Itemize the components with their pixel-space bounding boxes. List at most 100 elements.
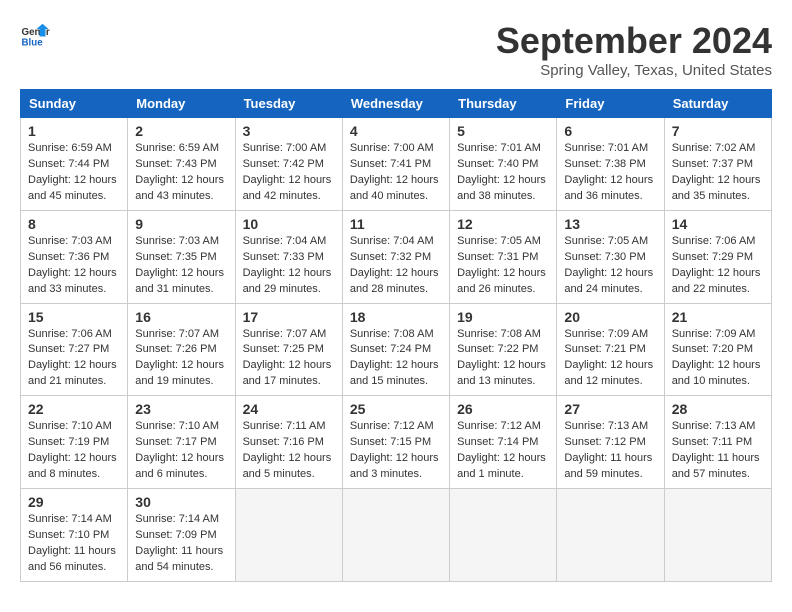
table-row: [664, 489, 771, 582]
col-saturday: Saturday: [664, 90, 771, 118]
day-number: 1: [28, 123, 120, 139]
table-row: 22 Sunrise: 7:10 AMSunset: 7:19 PMDaylig…: [21, 396, 128, 489]
day-info: Sunrise: 7:09 AMSunset: 7:21 PMDaylight:…: [564, 327, 656, 391]
col-monday: Monday: [128, 90, 235, 118]
col-friday: Friday: [557, 90, 664, 118]
day-number: 5: [457, 123, 549, 139]
day-info: Sunrise: 7:13 AMSunset: 7:12 PMDaylight:…: [564, 419, 656, 483]
day-info: Sunrise: 7:14 AMSunset: 7:09 PMDaylight:…: [135, 512, 227, 576]
day-number: 18: [350, 309, 442, 325]
day-info: Sunrise: 7:10 AMSunset: 7:17 PMDaylight:…: [135, 419, 227, 483]
day-number: 8: [28, 216, 120, 232]
day-number: 27: [564, 401, 656, 417]
table-row: 12 Sunrise: 7:05 AMSunset: 7:31 PMDaylig…: [450, 210, 557, 303]
table-row: [557, 489, 664, 582]
location: Spring Valley, Texas, United States: [496, 62, 772, 79]
calendar-week-3: 15 Sunrise: 7:06 AMSunset: 7:27 PMDaylig…: [21, 303, 772, 396]
day-info: Sunrise: 7:11 AMSunset: 7:16 PMDaylight:…: [243, 419, 335, 483]
day-info: Sunrise: 7:13 AMSunset: 7:11 PMDaylight:…: [672, 419, 764, 483]
table-row: 5 Sunrise: 7:01 AMSunset: 7:40 PMDayligh…: [450, 118, 557, 211]
day-number: 9: [135, 216, 227, 232]
day-info: Sunrise: 7:05 AMSunset: 7:31 PMDaylight:…: [457, 234, 549, 298]
day-info: Sunrise: 7:12 AMSunset: 7:14 PMDaylight:…: [457, 419, 549, 483]
table-row: 4 Sunrise: 7:00 AMSunset: 7:41 PMDayligh…: [342, 118, 449, 211]
day-number: 26: [457, 401, 549, 417]
table-row: 15 Sunrise: 7:06 AMSunset: 7:27 PMDaylig…: [21, 303, 128, 396]
table-row: [342, 489, 449, 582]
table-row: 26 Sunrise: 7:12 AMSunset: 7:14 PMDaylig…: [450, 396, 557, 489]
col-thursday: Thursday: [450, 90, 557, 118]
table-row: [450, 489, 557, 582]
day-info: Sunrise: 7:00 AMSunset: 7:41 PMDaylight:…: [350, 141, 442, 205]
table-row: 23 Sunrise: 7:10 AMSunset: 7:17 PMDaylig…: [128, 396, 235, 489]
day-number: 20: [564, 309, 656, 325]
day-info: Sunrise: 7:07 AMSunset: 7:26 PMDaylight:…: [135, 327, 227, 391]
day-info: Sunrise: 7:05 AMSunset: 7:30 PMDaylight:…: [564, 234, 656, 298]
table-row: 7 Sunrise: 7:02 AMSunset: 7:37 PMDayligh…: [664, 118, 771, 211]
calendar-table: Sunday Monday Tuesday Wednesday Thursday…: [20, 89, 772, 582]
day-number: 23: [135, 401, 227, 417]
day-info: Sunrise: 7:08 AMSunset: 7:24 PMDaylight:…: [350, 327, 442, 391]
day-number: 17: [243, 309, 335, 325]
day-info: Sunrise: 7:09 AMSunset: 7:20 PMDaylight:…: [672, 327, 764, 391]
table-row: 13 Sunrise: 7:05 AMSunset: 7:30 PMDaylig…: [557, 210, 664, 303]
col-sunday: Sunday: [21, 90, 128, 118]
day-number: 14: [672, 216, 764, 232]
day-number: 24: [243, 401, 335, 417]
table-row: 25 Sunrise: 7:12 AMSunset: 7:15 PMDaylig…: [342, 396, 449, 489]
day-number: 22: [28, 401, 120, 417]
day-number: 3: [243, 123, 335, 139]
table-row: 1 Sunrise: 6:59 AMSunset: 7:44 PMDayligh…: [21, 118, 128, 211]
day-info: Sunrise: 7:03 AMSunset: 7:35 PMDaylight:…: [135, 234, 227, 298]
day-number: 28: [672, 401, 764, 417]
table-row: 6 Sunrise: 7:01 AMSunset: 7:38 PMDayligh…: [557, 118, 664, 211]
col-wednesday: Wednesday: [342, 90, 449, 118]
day-number: 19: [457, 309, 549, 325]
calendar-week-2: 8 Sunrise: 7:03 AMSunset: 7:36 PMDayligh…: [21, 210, 772, 303]
day-number: 16: [135, 309, 227, 325]
table-row: 28 Sunrise: 7:13 AMSunset: 7:11 PMDaylig…: [664, 396, 771, 489]
table-row: 8 Sunrise: 7:03 AMSunset: 7:36 PMDayligh…: [21, 210, 128, 303]
table-row: 30 Sunrise: 7:14 AMSunset: 7:09 PMDaylig…: [128, 489, 235, 582]
day-number: 7: [672, 123, 764, 139]
day-info: Sunrise: 6:59 AMSunset: 7:44 PMDaylight:…: [28, 141, 120, 205]
logo-icon: General Blue: [20, 20, 50, 50]
day-number: 29: [28, 494, 120, 510]
page-header: General Blue September 2024 Spring Valle…: [20, 20, 772, 79]
col-tuesday: Tuesday: [235, 90, 342, 118]
title-block: September 2024 Spring Valley, Texas, Uni…: [496, 20, 772, 79]
day-info: Sunrise: 7:06 AMSunset: 7:29 PMDaylight:…: [672, 234, 764, 298]
table-row: 11 Sunrise: 7:04 AMSunset: 7:32 PMDaylig…: [342, 210, 449, 303]
table-row: 27 Sunrise: 7:13 AMSunset: 7:12 PMDaylig…: [557, 396, 664, 489]
day-info: Sunrise: 7:02 AMSunset: 7:37 PMDaylight:…: [672, 141, 764, 205]
day-number: 21: [672, 309, 764, 325]
month-title: September 2024: [496, 20, 772, 62]
day-number: 4: [350, 123, 442, 139]
table-row: 14 Sunrise: 7:06 AMSunset: 7:29 PMDaylig…: [664, 210, 771, 303]
day-info: Sunrise: 7:14 AMSunset: 7:10 PMDaylight:…: [28, 512, 120, 576]
table-row: 3 Sunrise: 7:00 AMSunset: 7:42 PMDayligh…: [235, 118, 342, 211]
day-number: 30: [135, 494, 227, 510]
day-info: Sunrise: 7:04 AMSunset: 7:32 PMDaylight:…: [350, 234, 442, 298]
day-info: Sunrise: 7:00 AMSunset: 7:42 PMDaylight:…: [243, 141, 335, 205]
table-row: 9 Sunrise: 7:03 AMSunset: 7:35 PMDayligh…: [128, 210, 235, 303]
table-row: 10 Sunrise: 7:04 AMSunset: 7:33 PMDaylig…: [235, 210, 342, 303]
table-row: 16 Sunrise: 7:07 AMSunset: 7:26 PMDaylig…: [128, 303, 235, 396]
table-row: 20 Sunrise: 7:09 AMSunset: 7:21 PMDaylig…: [557, 303, 664, 396]
day-info: Sunrise: 7:12 AMSunset: 7:15 PMDaylight:…: [350, 419, 442, 483]
day-info: Sunrise: 7:10 AMSunset: 7:19 PMDaylight:…: [28, 419, 120, 483]
day-info: Sunrise: 7:04 AMSunset: 7:33 PMDaylight:…: [243, 234, 335, 298]
table-row: [235, 489, 342, 582]
day-number: 12: [457, 216, 549, 232]
table-row: 17 Sunrise: 7:07 AMSunset: 7:25 PMDaylig…: [235, 303, 342, 396]
table-row: 2 Sunrise: 6:59 AMSunset: 7:43 PMDayligh…: [128, 118, 235, 211]
day-info: Sunrise: 7:01 AMSunset: 7:40 PMDaylight:…: [457, 141, 549, 205]
table-row: 24 Sunrise: 7:11 AMSunset: 7:16 PMDaylig…: [235, 396, 342, 489]
table-row: 29 Sunrise: 7:14 AMSunset: 7:10 PMDaylig…: [21, 489, 128, 582]
table-row: 21 Sunrise: 7:09 AMSunset: 7:20 PMDaylig…: [664, 303, 771, 396]
header-row: Sunday Monday Tuesday Wednesday Thursday…: [21, 90, 772, 118]
day-info: Sunrise: 7:06 AMSunset: 7:27 PMDaylight:…: [28, 327, 120, 391]
day-info: Sunrise: 6:59 AMSunset: 7:43 PMDaylight:…: [135, 141, 227, 205]
calendar-week-4: 22 Sunrise: 7:10 AMSunset: 7:19 PMDaylig…: [21, 396, 772, 489]
calendar-week-1: 1 Sunrise: 6:59 AMSunset: 7:44 PMDayligh…: [21, 118, 772, 211]
